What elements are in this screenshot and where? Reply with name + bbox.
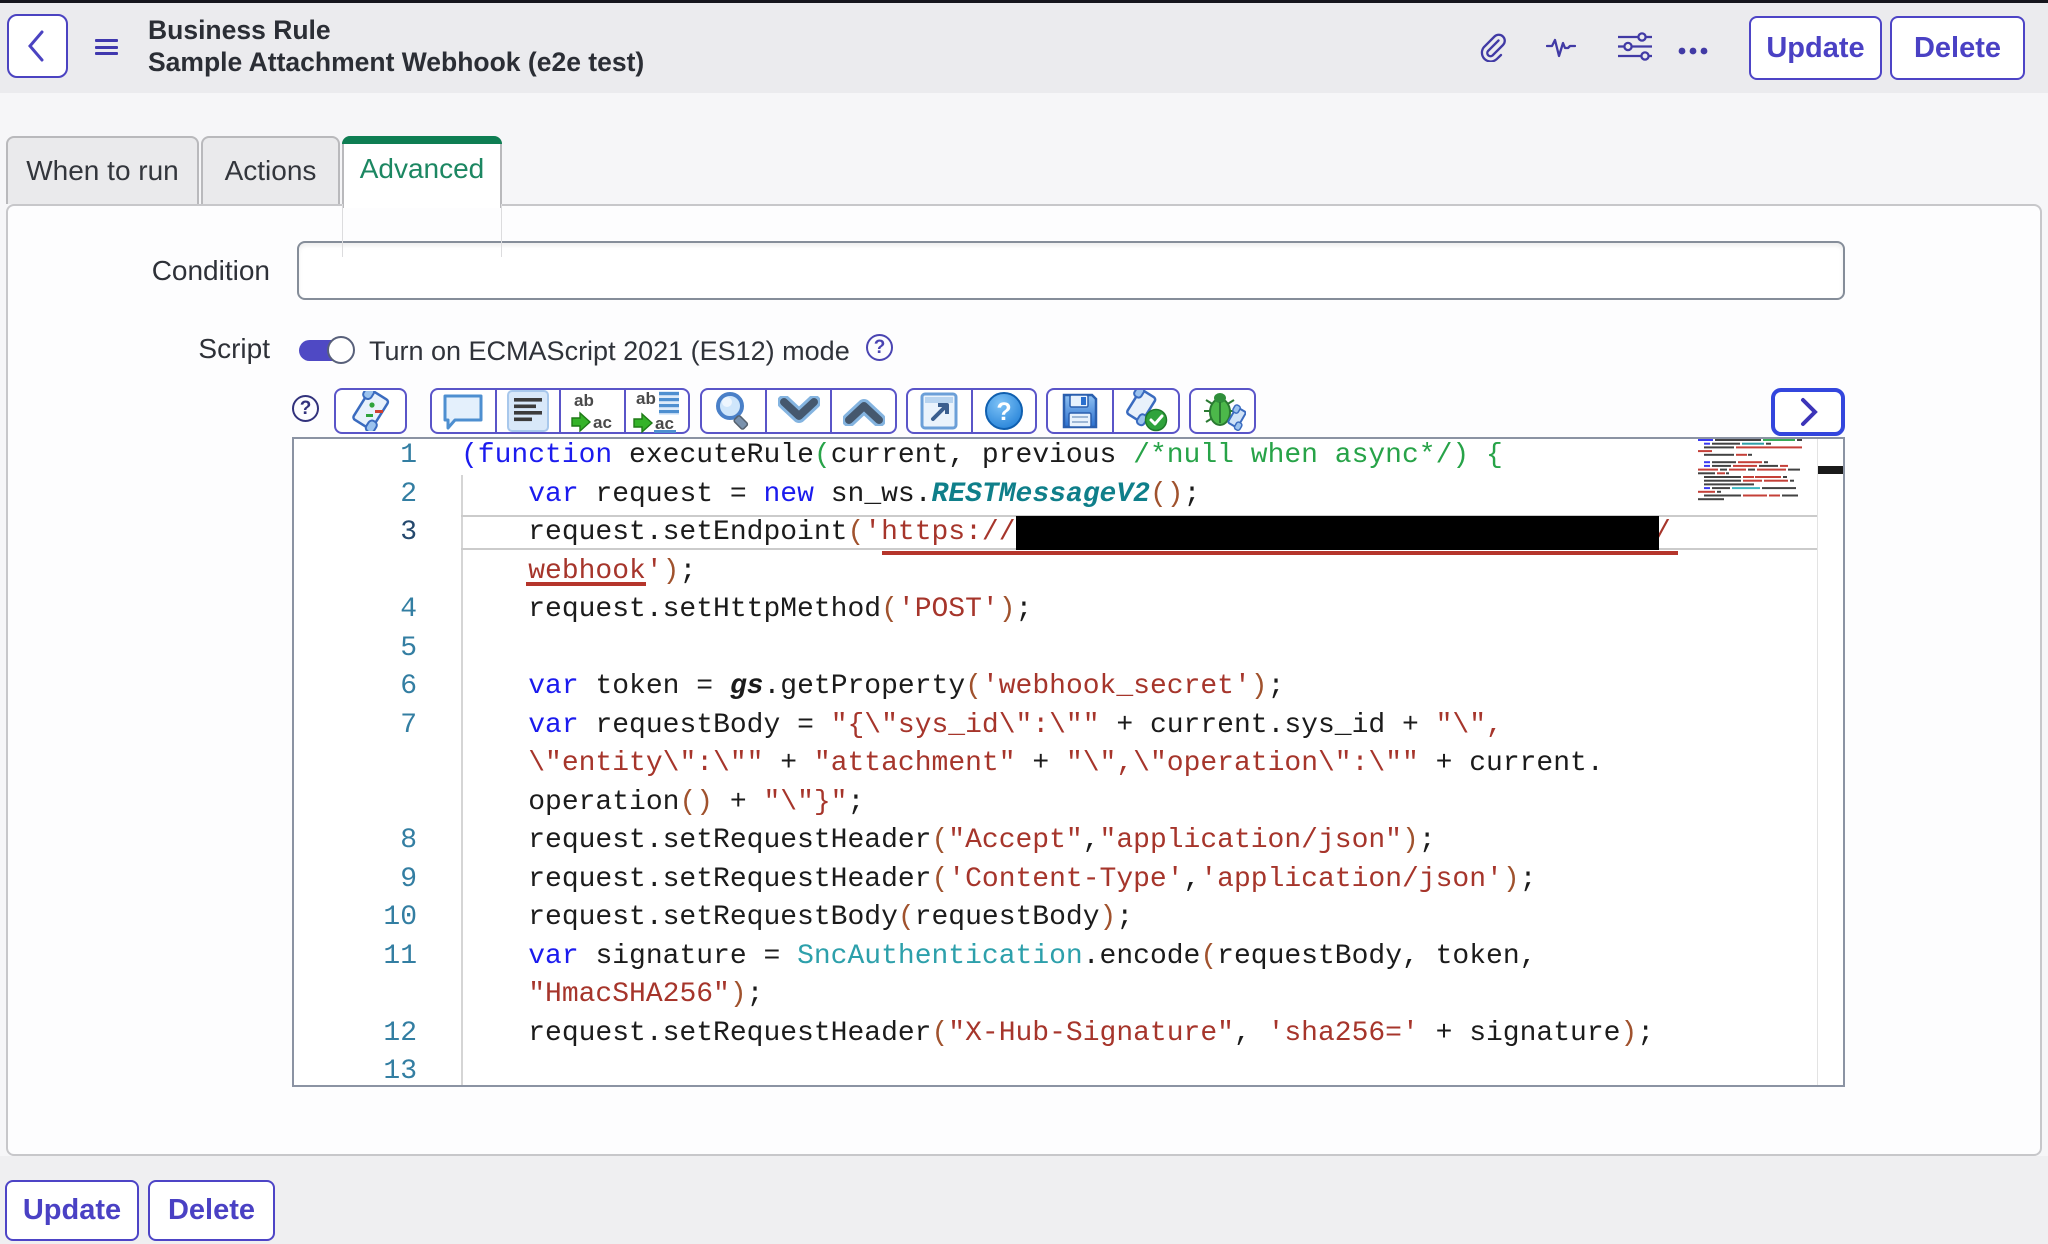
svg-text:?: ?: [996, 398, 1011, 426]
svg-text:ab: ab: [574, 391, 594, 410]
svg-text:ab: ab: [636, 389, 656, 408]
svg-text:ac: ac: [593, 413, 612, 432]
